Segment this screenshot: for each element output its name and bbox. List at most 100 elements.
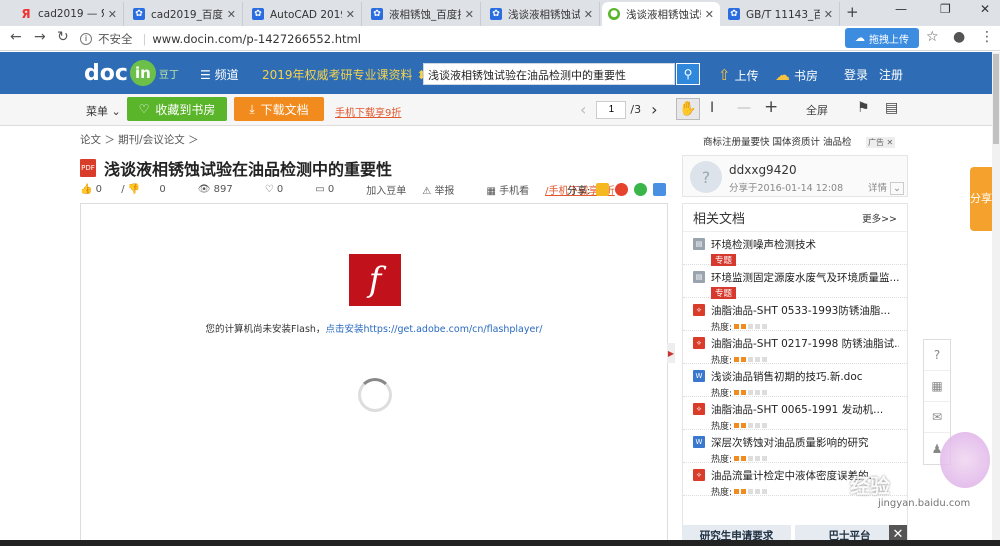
avatar[interactable]: ? bbox=[690, 161, 722, 193]
qzone-share-icon[interactable] bbox=[596, 183, 610, 196]
qrcode-icon[interactable]: ▦ bbox=[924, 371, 950, 402]
related-item[interactable]: ⟡ 油脂油品-SHT 0217-1998 防锈油脂试... 热度: bbox=[683, 331, 907, 366]
menu-dropdown[interactable]: 菜单 ⌄ bbox=[86, 103, 121, 119]
loading-spinner bbox=[358, 378, 392, 412]
close-tab-icon[interactable]: ✕ bbox=[465, 8, 474, 21]
cloud-icon: ☁ bbox=[775, 66, 790, 84]
login-link[interactable]: 登录 bbox=[844, 66, 868, 83]
related-item-title[interactable]: 油脂油品-SHT 0533-1993防锈油脂... bbox=[711, 303, 899, 318]
more-link[interactable]: 更多>> bbox=[862, 211, 897, 225]
back-icon[interactable]: ← bbox=[10, 29, 22, 45]
baidu-paw-icon: ✿ bbox=[728, 8, 740, 20]
heat-bar bbox=[762, 456, 768, 461]
related-item-title[interactable]: 浅谈油品销售初期的技巧.新.doc bbox=[711, 369, 899, 384]
close-tab-icon[interactable]: ✕ bbox=[108, 8, 117, 21]
zoom-out-icon[interactable]: — bbox=[737, 100, 751, 116]
document-viewer[interactable]: f 您的计算机尚未安装Flash，点击安装https://get.adobe.c… bbox=[80, 203, 668, 546]
uploader-name[interactable]: ddxxg9420 bbox=[729, 163, 797, 177]
next-page-icon[interactable]: › bbox=[651, 100, 657, 119]
fullscreen-button[interactable]: 全屏 bbox=[806, 102, 828, 118]
watermark-url: jingyan.baidu.com bbox=[878, 498, 971, 509]
info-icon[interactable]: i bbox=[80, 32, 92, 45]
flash-install-message: 您的计算机尚未安装Flash，点击安装https://get.adobe.com… bbox=[205, 324, 543, 335]
related-item-title[interactable]: 环境监测固定源废水废气及环境质量监... bbox=[711, 270, 899, 285]
related-item-title[interactable]: 深层次锈蚀对油品质量影响的研究 bbox=[711, 435, 899, 450]
add-to-list-link[interactable]: 加入豆单 bbox=[366, 182, 406, 197]
bookmark-star-icon[interactable]: ☆ bbox=[926, 29, 939, 45]
reload-icon[interactable]: ↻ bbox=[57, 29, 69, 45]
comment-count[interactable]: ▭ 0 bbox=[315, 184, 350, 195]
scrollbar[interactable] bbox=[992, 52, 1000, 546]
flash-player-icon[interactable]: f bbox=[349, 254, 401, 306]
register-link[interactable]: 注册 bbox=[879, 66, 903, 83]
pdf-icon: PDF bbox=[80, 159, 96, 177]
related-item[interactable]: ⟡ 油脂油品-SHT 0065-1991 发动机... 热度: bbox=[683, 397, 907, 432]
account-icon[interactable]: ● bbox=[953, 29, 965, 45]
help-icon[interactable]: ? bbox=[924, 340, 950, 371]
promo-link[interactable]: 2019年权威考研专业课资料 ⬍ bbox=[262, 66, 426, 83]
wechat-icon[interactable]: ✉ bbox=[924, 402, 950, 433]
close-tab-icon[interactable]: ✕ bbox=[346, 8, 355, 21]
browser-tab[interactable]: ✿AutoCAD 2019安装✕ bbox=[246, 2, 362, 26]
zoom-in-icon[interactable]: + bbox=[764, 97, 778, 117]
related-item[interactable]: ▤ 环境监测固定源废水废气及环境质量监... 专题 bbox=[683, 265, 907, 299]
upload-extension-button[interactable]: ☁ 拖拽上传 bbox=[845, 28, 919, 48]
url-field[interactable]: i 不安全 | www.docin.com/p-1427266552.html bbox=[80, 29, 840, 48]
close-tab-icon[interactable]: ✕ bbox=[824, 8, 833, 21]
related-item[interactable]: W 深层次锈蚀对油品质量影响的研究 热度: bbox=[683, 430, 907, 465]
upload-link[interactable]: ⇧ 上传 bbox=[718, 66, 759, 84]
channels-menu[interactable]: ☰ 频道 bbox=[200, 66, 239, 83]
prev-page-icon[interactable]: ‹ bbox=[580, 100, 586, 119]
related-item[interactable]: W 浅谈油品销售初期的技巧.新.doc 热度: bbox=[683, 364, 907, 399]
browser-tab[interactable]: Яcad2019 — Яндекс✕ bbox=[14, 2, 124, 26]
related-item[interactable]: ⟡ 油脂油品-SHT 0533-1993防锈油脂... 热度: bbox=[683, 298, 907, 333]
forward-icon[interactable]: → bbox=[34, 29, 46, 45]
url-text[interactable]: www.docin.com/p-1427266552.html bbox=[152, 32, 361, 46]
more-share-icon[interactable] bbox=[653, 183, 667, 196]
details-toggle[interactable]: 详情 ⌄ bbox=[868, 180, 905, 195]
window-close-button[interactable]: ✕ bbox=[980, 2, 990, 16]
page-input[interactable] bbox=[596, 100, 627, 119]
download-button[interactable]: ⤓ 下载文档 bbox=[234, 97, 324, 121]
menu-dots-icon[interactable]: ⋮ bbox=[980, 29, 994, 45]
collapse-sidebar-icon[interactable]: ▶ bbox=[667, 343, 675, 363]
related-item-title[interactable]: 油脂油品-SHT 0065-1991 发动机... bbox=[711, 402, 899, 417]
wechat-share-icon[interactable] bbox=[634, 183, 648, 196]
mobile-download-link[interactable]: 手机下载享9折 bbox=[335, 104, 401, 119]
related-item-title[interactable]: 油脂油品-SHT 0217-1998 防锈油脂试... bbox=[711, 336, 899, 351]
browser-tab[interactable]: ✿液相锈蚀_百度搜索✕ bbox=[365, 2, 481, 26]
close-tab-icon[interactable]: ✕ bbox=[705, 8, 714, 21]
breadcrumb[interactable]: 论文 ＞ 期刊/会议论文 ＞ bbox=[80, 132, 199, 147]
document-title-row: PDF 浅谈液相锈蚀试验在油品检测中的重要性 bbox=[80, 156, 392, 180]
hamburger-icon: ☰ bbox=[200, 68, 215, 82]
favorite-count[interactable]: ♡ 0 bbox=[265, 184, 300, 195]
report-link[interactable]: ⚠ 举报 bbox=[422, 182, 470, 197]
browser-tab[interactable]: ✿cad2019_百度搜索✕ bbox=[127, 2, 243, 26]
hand-tool-icon[interactable]: ✋ bbox=[676, 98, 700, 120]
docin-logo[interactable]: doc in 豆丁 bbox=[84, 58, 179, 88]
search-input[interactable]: 浅谈液相锈蚀试验在油品检测中的重要性 bbox=[423, 63, 675, 85]
heat-bar bbox=[755, 489, 761, 494]
bookmark-icon[interactable]: ⚑ bbox=[857, 100, 870, 116]
browser-tab-active[interactable]: ●浅谈液相锈蚀试验✕ bbox=[602, 2, 720, 26]
search-button[interactable]: ⚲ bbox=[676, 63, 700, 85]
heat-bar bbox=[748, 456, 754, 461]
new-tab-button[interactable]: + bbox=[846, 3, 859, 21]
bookshelf-link[interactable]: ☁ 书房 bbox=[775, 66, 818, 84]
heat-bar bbox=[762, 357, 768, 362]
browser-tab[interactable]: ✿浅谈液相锈蚀试验✕ bbox=[484, 2, 600, 26]
like-button[interactable]: 👍 0 / 👎 0 bbox=[80, 184, 182, 195]
browser-tab[interactable]: ✿GB/T 11143_百度✕ bbox=[722, 2, 840, 26]
comment-icon[interactable]: ▤ bbox=[885, 100, 898, 116]
related-item-title[interactable]: 环境检测噪声检测技术 bbox=[711, 237, 899, 252]
collect-button[interactable]: ♡ 收藏到书房 bbox=[127, 97, 227, 121]
restore-button[interactable]: ❐ bbox=[940, 2, 951, 16]
close-tab-icon[interactable]: ✕ bbox=[227, 8, 236, 21]
weibo-share-icon[interactable] bbox=[615, 183, 629, 196]
minimize-button[interactable]: — bbox=[895, 2, 907, 16]
related-item[interactable]: ▤ 环境检测噪声检测技术 专题 bbox=[683, 232, 907, 266]
share-side-tab[interactable]: 分享 bbox=[970, 167, 992, 231]
close-tab-icon[interactable]: ✕ bbox=[584, 8, 593, 21]
text-select-icon[interactable]: I bbox=[710, 100, 714, 116]
flash-install-link[interactable]: 点击安装https://get.adobe.com/cn/flashplayer… bbox=[325, 324, 542, 335]
